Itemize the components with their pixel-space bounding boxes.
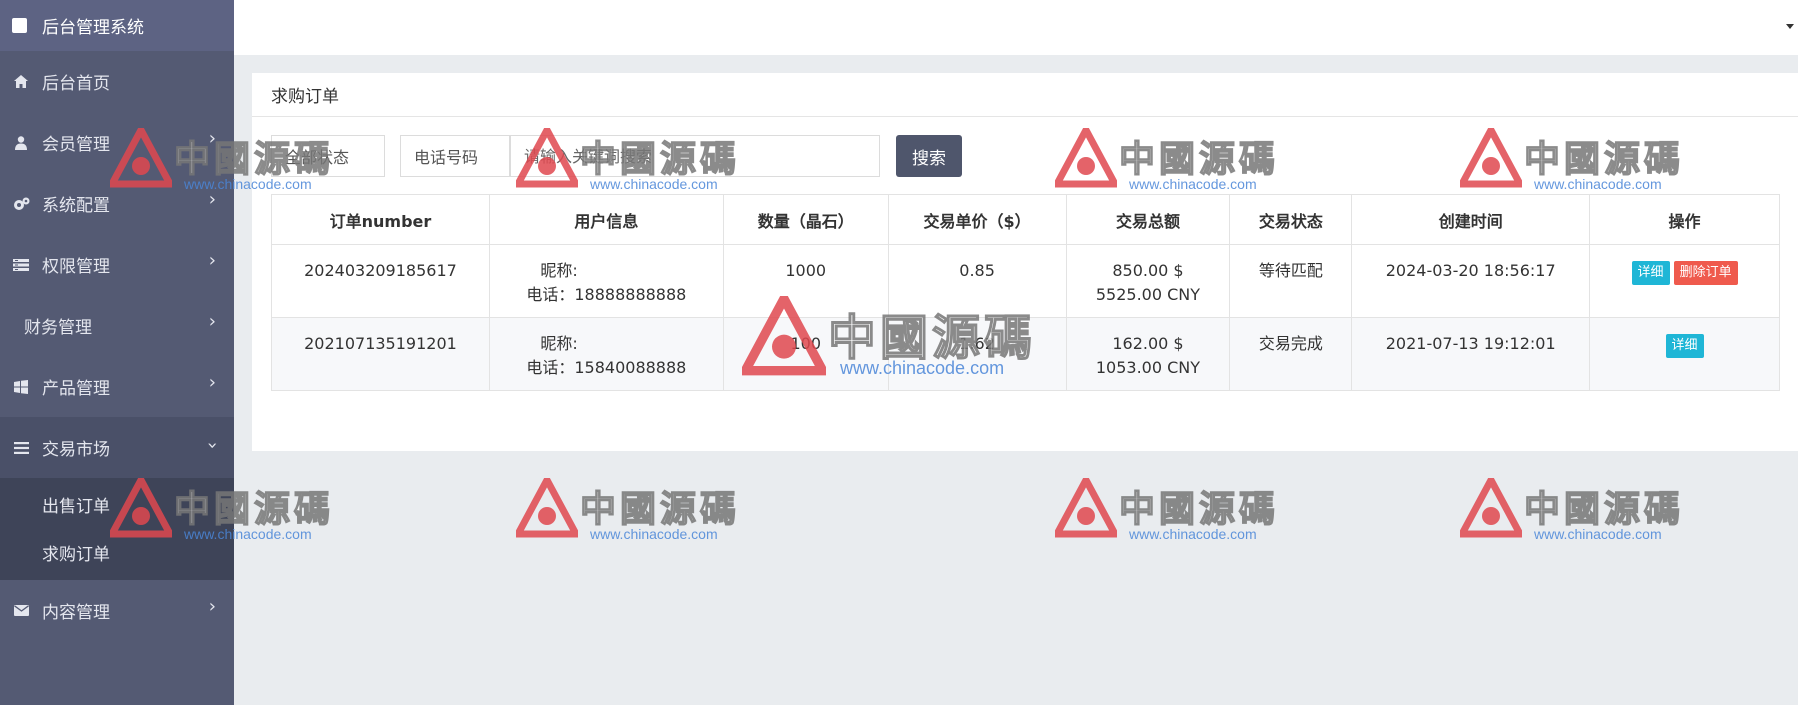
sidebar-item-dashboard[interactable]: 后台首页 [0, 51, 234, 112]
total-cell: 162.00 $ 1053.00 CNY [1065, 317, 1231, 391]
column-header: 交易单价（$） [887, 194, 1067, 245]
user-icon [12, 135, 30, 150]
panel-title: 求购订单 [252, 73, 1798, 117]
chevron-down-icon: › [201, 441, 223, 450]
watermark-url: www.chinacode.com [590, 526, 718, 542]
status-cell: 等待匹配 [1229, 244, 1353, 318]
unit-price-cell: 1.62 [887, 317, 1067, 391]
sidebar-item-content[interactable]: 内容管理 › [0, 580, 234, 641]
home-icon [12, 75, 30, 88]
actions-cell: 详细 删除订单 [1589, 244, 1780, 318]
watermark-url: www.chinacode.com [1534, 526, 1662, 542]
watermark: 中國源碼 www.chinacode.com [1051, 472, 1285, 548]
column-header: 用户信息 [488, 194, 724, 245]
total-usd-text: 850.00 $ [1112, 261, 1184, 280]
chevron-right-icon: › [208, 189, 216, 210]
brand[interactable]: 后台管理系统 [0, 0, 234, 51]
created-time-cell: 2024-03-20 18:56:17 [1351, 244, 1591, 318]
table-header-row: 订单number 用户信息 数量（晶石） 交易单价（$） 交易总额 交易状态 创… [271, 194, 1780, 245]
buy-orders-panel: 求购订单 全部状态 电话号码 搜索 订单number 用户信息 数量（晶石） 交… [252, 73, 1798, 451]
list-icon [12, 258, 30, 271]
bars-icon [12, 441, 30, 454]
sidebar-subitem-label: 出售订单 [42, 496, 110, 517]
watermark-text: 中國源碼 [1523, 487, 1685, 530]
sidebar-item-label: 财务管理 [24, 318, 92, 338]
order-number-cell: 202403209185617 [271, 244, 490, 318]
sidebar-item-members[interactable]: 会员管理 › [0, 112, 234, 173]
sidebar-item-label: 内容管理 [42, 603, 110, 623]
user-info-cell: 昵称: 电话：18888888888 [488, 244, 724, 318]
total-usd-text: 162.00 $ [1112, 334, 1184, 353]
sidebar-item-label: 后台首页 [42, 74, 110, 94]
watermark: 中國源碼 www.chinacode.com [1456, 472, 1690, 548]
user-menu-caret-icon[interactable] [1786, 24, 1794, 29]
chevron-right-icon: › [208, 250, 216, 271]
total-cell: 850.00 $ 5525.00 CNY [1065, 244, 1231, 318]
sidebar-subitem-label: 求购订单 [42, 544, 110, 565]
windows-icon [12, 379, 30, 394]
user-info-cell: 昵称: 电话：15840088888 [488, 317, 724, 391]
chevron-right-icon: › [208, 311, 216, 332]
sidebar-item-label: 系统配置 [42, 196, 110, 216]
created-time-cell: 2021-07-13 19:12:01 [1351, 317, 1591, 391]
sidebar-item-products[interactable]: 产品管理 › [0, 356, 234, 417]
chevron-right-icon: › [208, 128, 216, 149]
sidebar-subitem-sell-orders[interactable]: 出售订单 [0, 480, 234, 528]
watermark-logo-icon [1051, 472, 1121, 538]
brand-title: 后台管理系统 [42, 18, 144, 38]
total-cny-text: 5525.00 CNY [1095, 285, 1201, 304]
sidebar-item-label: 会员管理 [42, 135, 110, 155]
cogs-icon [12, 197, 30, 211]
sidebar: 后台管理系统 后台首页 会员管理 › 系统配置 › 权限管理 › 财务管理 › [0, 0, 234, 705]
column-header: 创建时间 [1351, 194, 1591, 245]
detail-button[interactable]: 详细 [1631, 261, 1670, 285]
chevron-right-icon: › [208, 372, 216, 393]
watermark-url: www.chinacode.com [1129, 526, 1257, 542]
search-button[interactable]: 搜索 [896, 135, 962, 177]
column-header: 交易总额 [1065, 194, 1231, 245]
unit-price-cell: 0.85 [887, 244, 1067, 318]
watermark-text: 中國源碼 [579, 487, 741, 530]
phone-text: 电话：15840088888 [526, 358, 687, 377]
table-row: 202403209185617 昵称: 电话：18888888888 1000 … [271, 244, 1780, 318]
status-select[interactable]: 全部状态 [271, 135, 385, 177]
delete-order-button[interactable]: 删除订单 [1673, 261, 1738, 285]
filter-bar: 全部状态 电话号码 搜索 [252, 135, 1798, 177]
nickname-text: 昵称: [540, 334, 578, 353]
sidebar-item-label: 交易市场 [42, 440, 110, 460]
watermark-logo-icon [1456, 472, 1526, 538]
sidebar-item-label: 权限管理 [42, 257, 110, 277]
column-header: 数量（晶石） [722, 194, 889, 245]
sidebar-item-trade-market[interactable]: 交易市场 › [0, 417, 234, 478]
column-header: 操作 [1589, 194, 1780, 245]
sidebar-item-finance[interactable]: 财务管理 › [0, 295, 234, 356]
quantity-cell: 1000 [722, 244, 889, 318]
top-bar [234, 0, 1798, 55]
watermark: 中國源碼 www.chinacode.com [512, 472, 746, 548]
sidebar-subitem-buy-orders[interactable]: 求购订单 [0, 528, 234, 576]
trade-submenu: 出售订单 求购订单 [0, 478, 234, 580]
orders-table: 订单number 用户信息 数量（晶石） 交易单价（$） 交易总额 交易状态 创… [271, 194, 1780, 391]
sidebar-item-permissions[interactable]: 权限管理 › [0, 234, 234, 295]
order-number-cell: 202107135191201 [271, 317, 490, 391]
actions-cell: 详细 [1589, 317, 1780, 391]
detail-button[interactable]: 详细 [1665, 334, 1704, 358]
quantity-cell: 100 [722, 317, 889, 391]
column-header: 订单number [271, 194, 490, 245]
nickname-text: 昵称: [540, 261, 578, 280]
status-cell: 交易完成 [1229, 317, 1353, 391]
search-field-select[interactable]: 电话号码 [400, 135, 510, 177]
chevron-right-icon: › [208, 596, 216, 617]
sidebar-item-system-config[interactable]: 系统配置 › [0, 173, 234, 234]
watermark-text: 中國源碼 [1118, 487, 1280, 530]
sidebar-item-label: 产品管理 [42, 379, 110, 399]
keyword-input[interactable] [510, 135, 880, 177]
table-row: 202107135191201 昵称: 电话：15840088888 100 1… [271, 317, 1780, 391]
envelope-icon [12, 605, 30, 616]
column-header: 交易状态 [1229, 194, 1353, 245]
watermark-logo-icon [512, 472, 582, 538]
phone-text: 电话：18888888888 [526, 285, 687, 304]
brand-square-icon [12, 18, 27, 33]
total-cny-text: 1053.00 CNY [1095, 358, 1201, 377]
